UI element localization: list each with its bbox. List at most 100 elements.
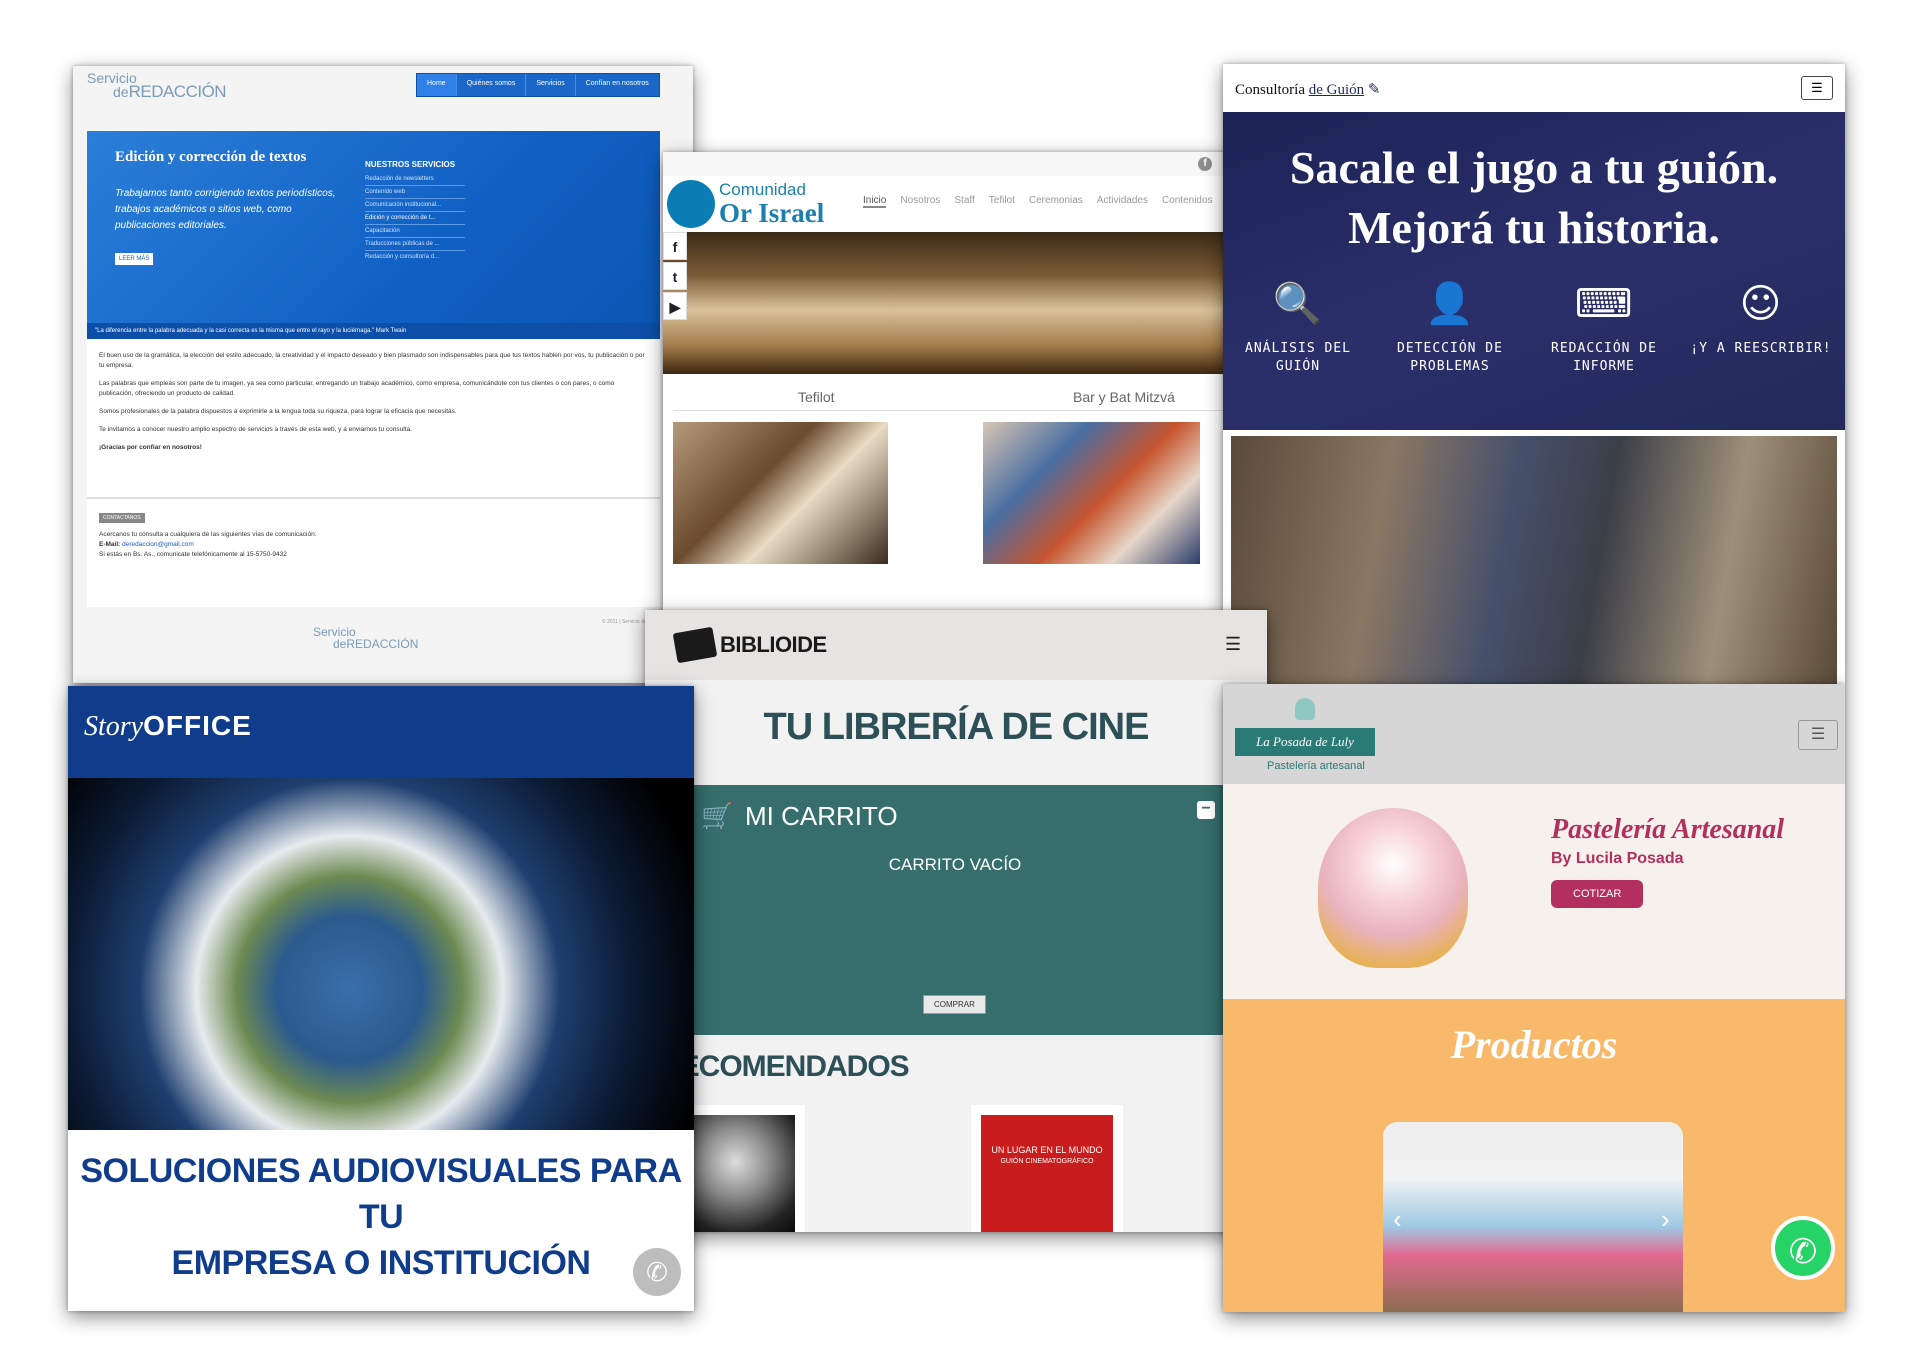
orisrael-site-screenshot: f Comunidad Or Israel Inicio Nosotros St… bbox=[663, 152, 1238, 622]
cart-icon: 🛒 bbox=[701, 801, 734, 831]
nav-servicios[interactable]: Servicios bbox=[526, 74, 576, 96]
logo-line1: Comunidad bbox=[719, 180, 806, 199]
contact-intro: Acercanos tu consulta a cualquiera de la… bbox=[99, 531, 317, 538]
menu-inicio[interactable]: Inicio bbox=[863, 195, 887, 208]
feature-reescribir: ☺ ¡Y A REESCRIBIR! bbox=[1681, 282, 1841, 358]
menu-tefilot[interactable]: Tefilot bbox=[989, 195, 1015, 208]
page-title: TU LIBRERÍA DE CINE bbox=[763, 706, 1150, 748]
headline-line1: Sacale el jugo a tu guión. bbox=[1289, 142, 1779, 193]
smiley-icon: ☺ bbox=[1739, 281, 1783, 327]
redaccion-contact: CONTACTANOS Acercanos tu consulta a cual… bbox=[87, 497, 660, 607]
service-item[interactable]: Edición y corrección de t... bbox=[365, 212, 465, 225]
logo-text-main: REDACCIÓN bbox=[346, 637, 419, 651]
menu-staff[interactable]: Staff bbox=[954, 195, 974, 208]
nav-home[interactable]: Home bbox=[417, 74, 457, 96]
products-title: Productos bbox=[1450, 1022, 1618, 1067]
whatsapp-icon[interactable]: ✆ bbox=[1771, 1216, 1835, 1280]
hero-title: Pastelería Artesanal bbox=[1551, 814, 1785, 845]
leer-mas-button[interactable]: LEER MÁS bbox=[115, 253, 154, 265]
service-item[interactable]: Capacitación bbox=[365, 225, 465, 238]
pencil-icon: ✎ bbox=[1367, 82, 1381, 98]
hamburger-menu-icon[interactable]: ☰ bbox=[1225, 634, 1241, 655]
rainbow-cake-photo bbox=[1318, 808, 1468, 968]
menu-ceremonias[interactable]: Ceremonias bbox=[1029, 195, 1083, 208]
redaccion-logo[interactable]: Servicio deREDACCIÓN bbox=[87, 71, 227, 100]
youtube-icon[interactable]: ▶ bbox=[663, 292, 687, 320]
biblioide-site-screenshot: BIBLIOIDE ☰ TU LIBRERÍA DE CINE 🛒 MI CAR… bbox=[645, 610, 1267, 1232]
body-paragraph: Las palabras que empleás son parte de tu… bbox=[99, 380, 615, 397]
menu-contenidos[interactable]: Contenidos bbox=[1162, 195, 1213, 208]
luly-subtitle: Pastelería artesanal bbox=[1267, 760, 1365, 772]
nav-confian[interactable]: Confían en nosotros bbox=[576, 74, 659, 96]
hamburger-menu-icon[interactable]: ☰ bbox=[1798, 720, 1838, 750]
collapse-button[interactable]: − bbox=[1197, 801, 1215, 819]
storyoffice-site-screenshot: StoryOFFICE SOLUCIONES AUDIOVISUALES PAR… bbox=[68, 686, 694, 1311]
logo-office: OFFICE bbox=[143, 710, 252, 741]
comprar-button[interactable]: COMPRAR bbox=[923, 995, 986, 1014]
email-link[interactable]: deredaccion@gmail.com bbox=[122, 541, 194, 548]
guion-headline: Sacale el jugo a tu guión. Mejorá tu hist… bbox=[1223, 138, 1845, 258]
logo-line2: Or Israel bbox=[719, 198, 825, 228]
storyoffice-header: StoryOFFICE bbox=[68, 686, 694, 778]
doctor-icon: 👤 bbox=[1424, 281, 1476, 327]
book-card[interactable]: UN LUGAR EN EL MUNDO GUIÓN CINEMATOGRÁFIC… bbox=[971, 1105, 1123, 1232]
title-line2: EMPRESA O INSTITUCIÓN bbox=[171, 1244, 591, 1282]
hero-text: Trabajamos tanto corrigiendo textos peri… bbox=[115, 188, 336, 231]
cotizar-button[interactable]: COTIZAR bbox=[1551, 880, 1644, 908]
contact-phone: Si estás en Bs. As., comunicate telefóni… bbox=[99, 551, 287, 558]
service-item[interactable]: Comunicación institucional... bbox=[365, 199, 465, 212]
menorah-logo-icon bbox=[667, 180, 715, 228]
twitter-icon[interactable]: t bbox=[663, 262, 687, 290]
hero-title: Edición y corrección de textos bbox=[115, 149, 307, 165]
facebook-icon[interactable]: f bbox=[663, 232, 687, 260]
menu-nosotros[interactable]: Nosotros bbox=[900, 195, 940, 208]
brand-link: de Guión bbox=[1308, 82, 1365, 98]
contact-tag: CONTACTANOS bbox=[99, 513, 145, 523]
title-line1: SOLUCIONES AUDIOVISUALES PARA TU bbox=[80, 1152, 682, 1236]
service-item[interactable]: Redacción de newsletters bbox=[365, 173, 465, 186]
book-cover-lugar: UN LUGAR EN EL MUNDO GUIÓN CINEMATOGRÁFIC… bbox=[981, 1115, 1113, 1232]
body-paragraph: El buen uso de la gramática, la elección… bbox=[99, 352, 645, 369]
carousel-next-icon[interactable]: › bbox=[1661, 1204, 1670, 1235]
feature-label: ¡Y A REESCRIBIR! bbox=[1690, 341, 1832, 356]
divider bbox=[673, 410, 1228, 411]
feature-analisis: 🔍 ANÁLISIS DEL GUIÓN bbox=[1223, 282, 1373, 376]
luly-brand[interactable]: La Posada de Luly bbox=[1235, 728, 1375, 756]
service-item[interactable]: Redacción y consultoría d... bbox=[365, 251, 465, 263]
orisrael-menu: Inicio Nosotros Staff Tefilot Ceremonias… bbox=[863, 195, 1213, 208]
guion-brand[interactable]: Consultoría de Guión ✎ bbox=[1235, 80, 1381, 99]
redaccion-footer-logo: Servicio deREDACCIÓN bbox=[313, 626, 418, 650]
social-bar: f t ▶ bbox=[663, 232, 687, 322]
body-paragraph: Te invitamos a conocer nuestro amplio es… bbox=[99, 426, 412, 433]
redaccion-hero: Edición y corrección de textos Trabajamo… bbox=[87, 131, 660, 339]
cupcake-logo-icon bbox=[1295, 698, 1315, 720]
services-title: NUESTROS SERVICIOS bbox=[365, 160, 456, 169]
carousel-prev-icon[interactable]: ‹ bbox=[1393, 1204, 1402, 1235]
luly-site-screenshot: La Posada de Luly Pastelería artesanal ☰… bbox=[1223, 684, 1845, 1312]
headline-line2: Mejorá tu historia. bbox=[1348, 202, 1720, 253]
torah-photo[interactable] bbox=[673, 422, 888, 564]
feature-deteccion: 👤 DETECCIÓN DE PROBLEMAS bbox=[1375, 282, 1525, 376]
tab-bar-bat-mitzva[interactable]: Bar y Bat Mitzvá bbox=[1073, 389, 1175, 405]
biblioide-logo[interactable]: BIBLIOIDE bbox=[720, 632, 827, 658]
twain-quote: "La diferencia entre la palabra adecuada… bbox=[87, 323, 660, 339]
facebook-icon[interactable]: f bbox=[1198, 157, 1212, 171]
guion-hero: Sacale el jugo a tu guión. Mejorá tu hist… bbox=[1223, 112, 1845, 430]
book-title: UN LUGAR EN EL MUNDO bbox=[991, 1145, 1103, 1155]
cart-empty-text: CARRITO VACÍO bbox=[888, 855, 1022, 874]
logo-text-mid: de bbox=[333, 637, 347, 651]
menu-actividades[interactable]: Actividades bbox=[1097, 195, 1148, 208]
whatsapp-icon[interactable]: ✆ bbox=[633, 1248, 681, 1296]
hamburger-menu-icon[interactable]: ☰ bbox=[1801, 76, 1833, 100]
magnifier-icon: 🔍 bbox=[1272, 281, 1324, 327]
guion-site-screenshot: Consultoría de Guión ✎ ☰ Sacale el jugo … bbox=[1223, 64, 1845, 684]
tab-tefilot[interactable]: Tefilot bbox=[798, 389, 835, 405]
storyoffice-logo[interactable]: StoryOFFICE bbox=[84, 710, 252, 743]
typewriter-icon: ⌨ bbox=[1574, 281, 1634, 327]
service-item[interactable]: Traducciones públicas de ... bbox=[365, 238, 465, 251]
bar-mitzva-photo[interactable] bbox=[983, 422, 1200, 564]
feature-label: DETECCIÓN DE PROBLEMAS bbox=[1397, 341, 1503, 374]
service-item[interactable]: Contenido web bbox=[365, 186, 465, 199]
hero-byline: By Lucila Posada bbox=[1551, 850, 1684, 867]
nav-quienes-somos[interactable]: Quiénes somos bbox=[457, 74, 527, 96]
